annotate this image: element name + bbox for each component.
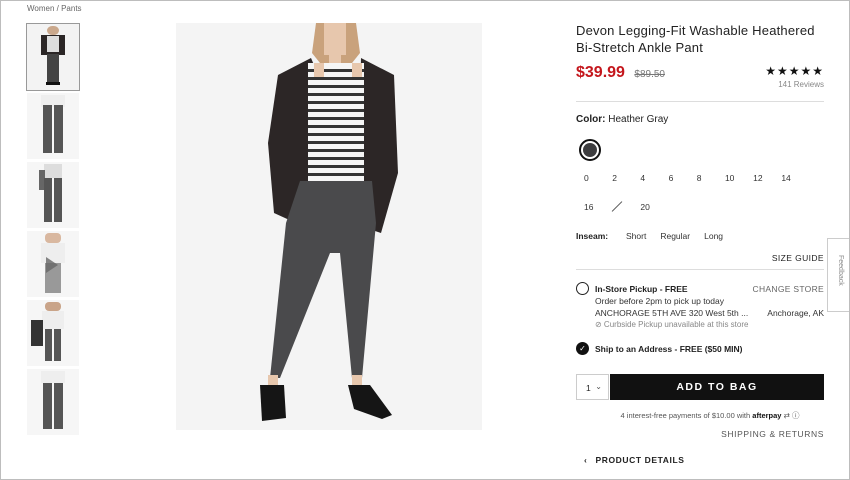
size-guide-link[interactable]: SIZE GUIDE [576, 253, 824, 263]
pickup-cutoff: Order before 2pm to pick up today [595, 296, 724, 306]
divider [576, 269, 824, 270]
size-row-2: 16 20 [576, 202, 824, 231]
size-option[interactable]: 4 [632, 173, 660, 183]
inseam-regular[interactable]: Regular [660, 231, 690, 241]
swatch-fill [583, 143, 597, 157]
thumbnail-1[interactable] [26, 23, 80, 91]
change-store-link[interactable]: CHANGE STORE [753, 284, 824, 294]
chevron-left-icon: ‹ [584, 455, 588, 465]
pickup-radio[interactable] [576, 282, 589, 295]
size-option[interactable]: 20 [632, 202, 660, 212]
pickup-city: Anchorage, AK [767, 308, 824, 318]
quantity-value: 1 [586, 383, 591, 393]
play-icon [46, 257, 58, 273]
curbside-note: ⊘ Curbside Pickup unavailable at this st… [595, 320, 749, 329]
add-to-bag-button[interactable]: ADD TO BAG [610, 374, 824, 400]
inseam-short[interactable]: Short [626, 231, 646, 241]
thumbnail-list [26, 23, 80, 438]
size-row-1: 0 2 4 6 8 10 12 14 [576, 173, 824, 202]
add-to-bag-row: 1 ⌄ ADD TO BAG [576, 374, 824, 400]
ship-label: Ship to an Address - FREE ($50 MIN) [595, 344, 743, 354]
store-pickup-option[interactable]: In-Store Pickup - FREE CHANGE STORE Orde… [576, 282, 824, 342]
divider [576, 101, 824, 102]
thumbnail-6[interactable] [27, 369, 79, 435]
size-option[interactable]: 0 [576, 173, 604, 183]
info-icon[interactable]: ⓘ [792, 411, 800, 420]
size-option[interactable]: 6 [661, 173, 689, 183]
inseam-long[interactable]: Long [704, 231, 723, 241]
feedback-tab[interactable]: Feedback [827, 238, 849, 312]
color-label-key: Color: [576, 114, 606, 125]
size-selector: 0 2 4 6 8 10 12 14 16 20 [576, 173, 824, 231]
chevron-down-icon: ⌄ [595, 382, 602, 391]
thumbnail-2[interactable] [27, 93, 79, 159]
product-info-panel: Devon Legging-Fit Washable Heathered Bi-… [576, 22, 824, 465]
color-swatch-heather-gray[interactable] [579, 139, 601, 161]
thumbnail-3[interactable] [27, 162, 79, 228]
size-option[interactable]: 14 [773, 173, 801, 183]
rating-stars[interactable]: ★★★★★ [765, 64, 824, 78]
product-details-label: PRODUCT DETAILS [595, 455, 685, 465]
quantity-select[interactable]: 1 ⌄ [576, 374, 609, 400]
main-product-image[interactable] [176, 23, 482, 430]
thumbnail-5[interactable] [27, 300, 79, 366]
size-option[interactable]: 10 [717, 173, 745, 183]
pickup-title: In-Store Pickup - FREE [595, 284, 688, 294]
ship-to-address-option[interactable]: ✓ Ship to an Address - FREE ($50 MIN) [576, 342, 824, 364]
pickup-store: ANCHORAGE 5TH AVE 320 West 5th ... [595, 308, 749, 318]
price-row: $39.99 $89.50 ★★★★★ 141 Reviews [576, 64, 824, 94]
sale-price: $39.99 [576, 64, 625, 81]
color-value: Heather Gray [608, 114, 669, 125]
afterpay-arrow-icon: ⇄ [783, 411, 790, 420]
color-label: Color: Heather Gray [576, 114, 824, 125]
checkmark-icon[interactable]: ✓ [576, 342, 589, 355]
afterpay-logo: afterpay [752, 411, 782, 420]
thumbnail-4-video[interactable] [27, 231, 79, 297]
product-title: Devon Legging-Fit Washable Heathered Bi-… [576, 23, 815, 55]
feedback-label: Feedback [837, 255, 844, 286]
size-option[interactable]: 2 [604, 173, 632, 183]
afterpay-note: 4 interest-free payments of $10.00 with … [596, 410, 824, 421]
size-option[interactable]: 12 [745, 173, 773, 183]
afterpay-text: 4 interest-free payments of $10.00 with [620, 411, 751, 420]
inseam-label: Inseam: [576, 231, 609, 241]
size-option[interactable]: 8 [689, 173, 717, 183]
shipping-returns-link[interactable]: SHIPPING & RETURNS [576, 429, 824, 439]
inseam-selector: Inseam: Short Regular Long [576, 231, 824, 241]
reviews-link[interactable]: 141 Reviews [778, 80, 824, 89]
size-option[interactable]: 16 [576, 202, 604, 212]
original-price: $89.50 [634, 69, 665, 80]
product-details-toggle[interactable]: ‹ PRODUCT DETAILS [584, 455, 824, 465]
breadcrumb[interactable]: Women / Pants [27, 4, 82, 13]
